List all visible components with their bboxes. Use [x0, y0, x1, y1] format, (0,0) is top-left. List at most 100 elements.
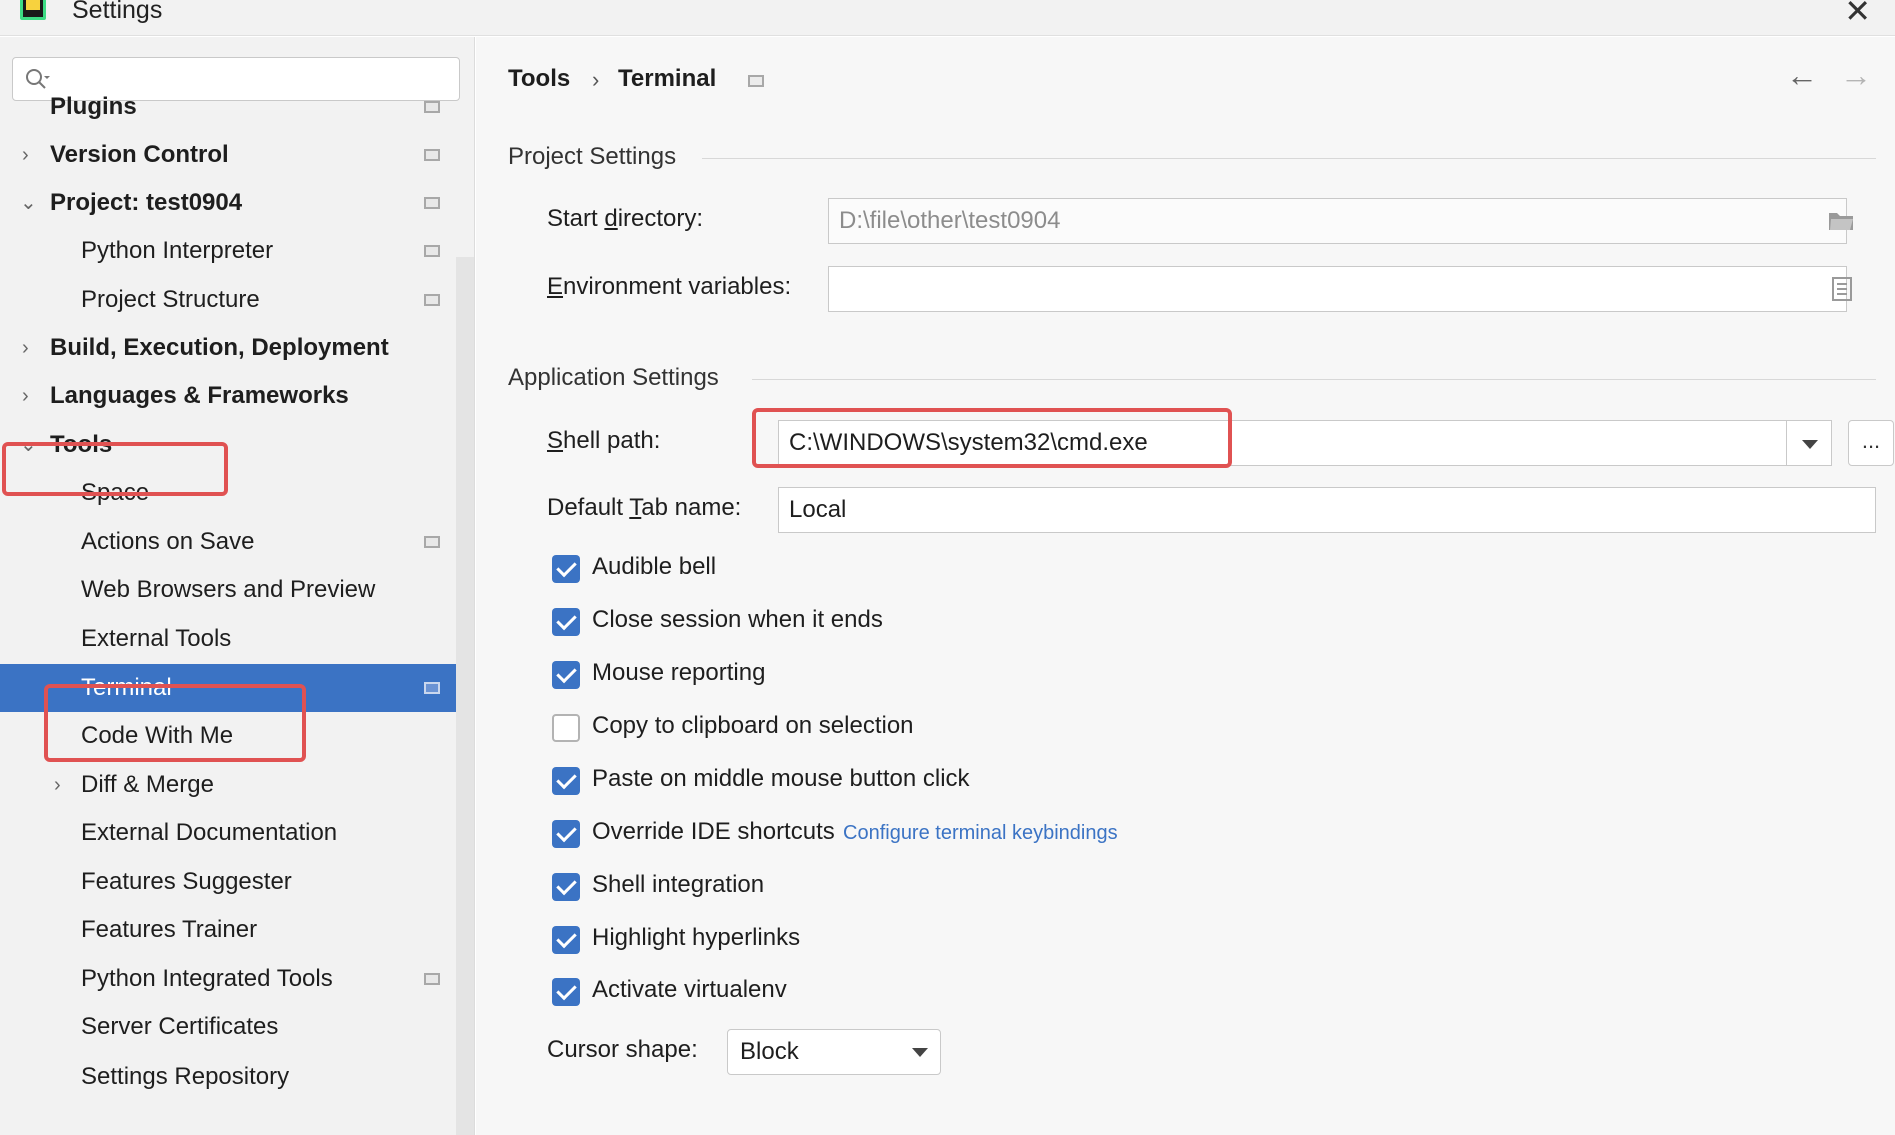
shell-path-browse-button[interactable]: ...: [1848, 420, 1894, 466]
window-title: Settings: [72, 0, 163, 24]
project-scope-icon: [748, 75, 764, 87]
checkbox-label: Audible bell: [592, 553, 717, 580]
sidebar-item-label: Python Interpreter: [81, 237, 274, 264]
default-tab-name-value: Local: [789, 496, 847, 523]
checkbox-label: Highlight hyperlinks: [592, 924, 801, 951]
env-variables-field[interactable]: [828, 266, 1847, 312]
checkbox-checked[interactable]: [552, 926, 580, 954]
folder-icon[interactable]: [1828, 208, 1854, 234]
shell-path-label: Shell path:: [547, 427, 661, 454]
sidebar-item-label: Project: test0904: [50, 189, 243, 216]
project-scope-icon: [424, 536, 440, 548]
sidebar-item-label: Diff & Merge: [81, 771, 214, 798]
sidebar-item-label: Features Trainer: [81, 916, 258, 943]
sidebar-item-external-tools[interactable]: External Tools: [0, 615, 474, 663]
project-scope-icon: [424, 245, 440, 257]
env-variables-label: Environment variables:: [547, 273, 792, 300]
sidebar-item-label: Plugins: [50, 93, 137, 120]
checkbox-checked[interactable]: [552, 767, 580, 795]
start-directory-value: D:\file\other\test0904: [839, 207, 1061, 234]
sidebar-item-actions-on-save[interactable]: Actions on Save: [0, 518, 474, 566]
breadcrumb-current: Terminal: [618, 65, 717, 92]
settings-sidebar: Plugins › Version Control ⌄ Project: tes…: [0, 37, 475, 1135]
checkbox-label: Paste on middle mouse button click: [592, 765, 970, 792]
sidebar-item-python-interpreter[interactable]: Python Interpreter: [0, 227, 474, 275]
default-tab-name-label: Default Tab name:: [547, 494, 742, 521]
checkbox-checked[interactable]: [552, 555, 580, 583]
app-icon: [20, 0, 46, 20]
forward-arrow-icon[interactable]: →: [1840, 57, 1872, 94]
sidebar-item-settings-repository[interactable]: Settings Repository: [0, 1053, 474, 1101]
sidebar-item-build-execution[interactable]: › Build, Execution, Deployment: [0, 324, 474, 372]
close-icon[interactable]: ✕: [1844, 0, 1871, 30]
shell-path-value: C:\WINDOWS\system32\cmd.exe: [789, 429, 1148, 456]
project-scope-icon: [424, 973, 440, 985]
sidebar-item-label: External Tools: [81, 625, 232, 652]
chevron-down-icon[interactable]: ⌄: [20, 421, 40, 469]
sidebar-item-label: External Documentation: [81, 819, 338, 846]
chevron-right-icon[interactable]: ›: [22, 324, 42, 372]
sidebar-item-label: Python Integrated Tools: [81, 965, 333, 992]
project-scope-icon: [424, 197, 440, 209]
sidebar-item-project-structure[interactable]: Project Structure: [0, 276, 474, 324]
sidebar-item-label: Languages & Frameworks: [50, 382, 349, 409]
sidebar-item-label: Web Browsers and Preview: [81, 576, 376, 603]
sidebar-scrollbar[interactable]: [456, 257, 474, 1135]
sidebar-item-tools[interactable]: ⌄ Tools: [0, 421, 474, 469]
sidebar-item-label: Tools: [50, 431, 113, 458]
cursor-shape-select[interactable]: Block: [727, 1029, 941, 1075]
chevron-right-icon[interactable]: ›: [54, 761, 74, 809]
project-settings-title: Project Settings: [508, 143, 677, 170]
sidebar-item-features-suggester[interactable]: Features Suggester: [0, 858, 474, 906]
sidebar-item-terminal[interactable]: Terminal: [0, 664, 474, 712]
sidebar-item-label: Code With Me: [81, 722, 234, 749]
start-directory-field[interactable]: D:\file\other\test0904: [828, 198, 1847, 244]
checkbox-override-ide-shortcuts[interactable]: Override IDE shortcuts Configure termina…: [552, 817, 1252, 853]
checkbox-label: Shell integration: [592, 871, 765, 898]
sidebar-item-languages-frameworks[interactable]: › Languages & Frameworks: [0, 372, 474, 420]
shell-path-dropdown-button[interactable]: [1786, 420, 1832, 466]
cursor-shape-value: Block: [740, 1038, 799, 1065]
sidebar-item-project[interactable]: ⌄ Project: test0904: [0, 179, 474, 227]
sidebar-item-space[interactable]: Space: [0, 469, 474, 517]
sidebar-item-version-control[interactable]: › Version Control: [0, 131, 474, 179]
sidebar-item-label: Server Certificates: [81, 1013, 279, 1040]
checkbox-label: Close session when it ends: [592, 606, 883, 633]
sidebar-item-label: Build, Execution, Deployment: [50, 334, 389, 361]
sidebar-item-code-with-me[interactable]: Code With Me: [0, 712, 474, 760]
sidebar-item-server-certificates[interactable]: Server Certificates: [0, 1003, 474, 1051]
sidebar-item-web-browsers[interactable]: Web Browsers and Preview: [0, 566, 474, 614]
application-settings-title: Application Settings: [508, 364, 719, 391]
checkbox-unchecked[interactable]: [552, 714, 580, 742]
cursor-shape-label: Cursor shape:: [547, 1036, 698, 1063]
checkbox-label: Activate virtualenv: [592, 976, 787, 1003]
edit-list-icon[interactable]: [1829, 276, 1855, 302]
sidebar-item-python-integrated-tools[interactable]: Python Integrated Tools: [0, 955, 474, 1003]
project-scope-icon: [424, 101, 440, 113]
sidebar-item-label: Settings Repository: [81, 1063, 290, 1090]
shell-path-input[interactable]: C:\WINDOWS\system32\cmd.exe: [778, 420, 1787, 466]
checkbox-checked[interactable]: [552, 978, 580, 1006]
sidebar-item-external-documentation[interactable]: External Documentation: [0, 809, 474, 857]
checkbox-checked[interactable]: [552, 661, 580, 689]
sidebar-item-features-trainer[interactable]: Features Trainer: [0, 906, 474, 954]
sidebar-item-plugins[interactable]: Plugins: [0, 83, 474, 131]
default-tab-name-input[interactable]: Local: [778, 487, 1876, 533]
chevron-right-icon[interactable]: ›: [22, 131, 42, 179]
sidebar-item-diff-merge[interactable]: › Diff & Merge: [0, 761, 474, 809]
sidebar-item-label: Project Structure: [81, 286, 260, 313]
checkbox-checked[interactable]: [552, 608, 580, 636]
section-divider: [702, 158, 1876, 159]
checkbox-checked[interactable]: [552, 873, 580, 901]
back-arrow-icon[interactable]: ←: [1786, 57, 1818, 94]
project-scope-icon: [424, 682, 440, 694]
sidebar-item-label: Version Control: [50, 141, 229, 168]
chevron-down-icon[interactable]: ⌄: [20, 179, 40, 227]
checkbox-checked[interactable]: [552, 820, 580, 848]
sidebar-item-label: Features Suggester: [81, 868, 292, 895]
project-scope-icon: [424, 294, 440, 306]
configure-keybindings-link[interactable]: Configure terminal keybindings: [843, 822, 1118, 845]
chevron-right-icon[interactable]: ›: [22, 372, 42, 420]
breadcrumb-parent[interactable]: Tools: [508, 65, 570, 93]
checkbox-label: Copy to clipboard on selection: [592, 712, 914, 739]
